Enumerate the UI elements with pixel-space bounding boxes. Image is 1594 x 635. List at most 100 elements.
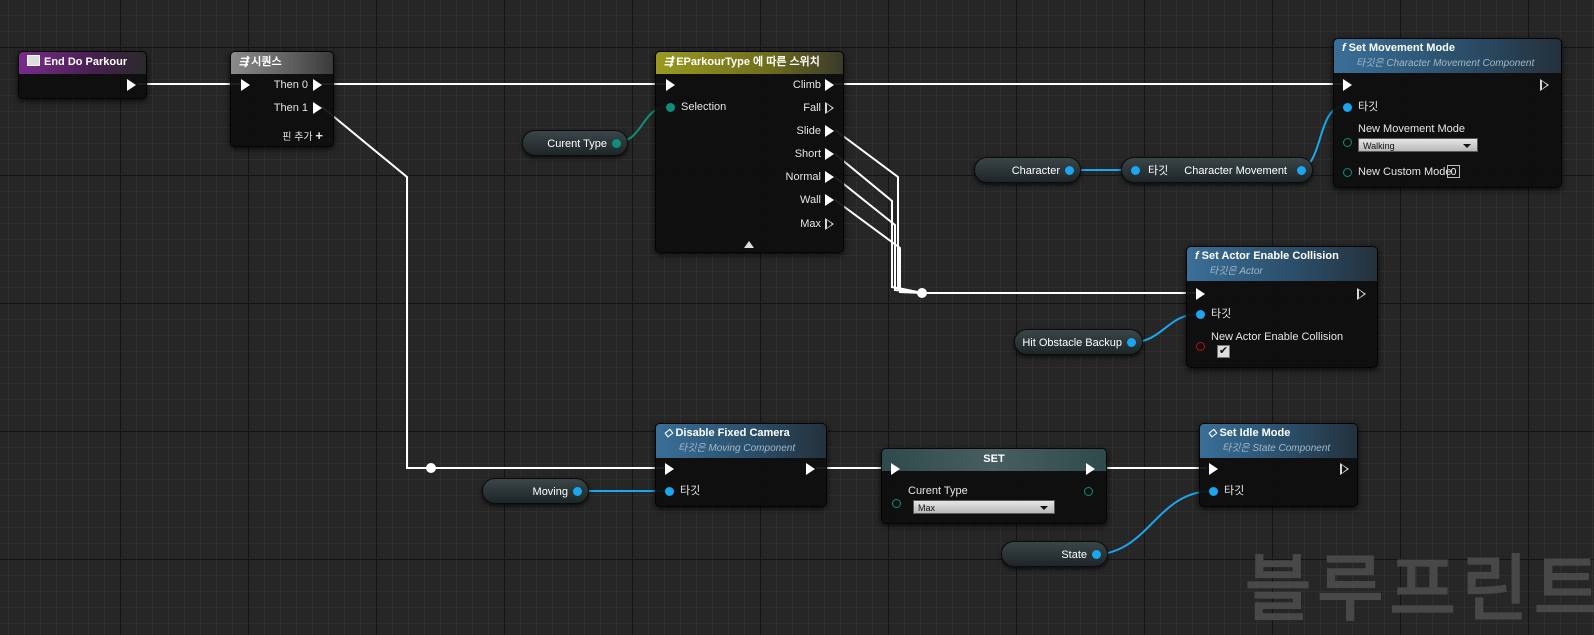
node-subtitle: 타깃은 Moving Component xyxy=(678,443,796,454)
max-output-pin[interactable] xyxy=(825,218,834,230)
set-variable-node[interactable]: SET Curent Type Max xyxy=(881,448,1107,524)
set-actor-enable-collision-node[interactable]: f Set Actor Enable Collision 타깃은 Actor 타깃… xyxy=(1186,246,1378,368)
target-input-pin[interactable] xyxy=(1343,103,1352,112)
switch-node[interactable]: ⇶ EParkourType 에 따른 스위치 Selection Climb F… xyxy=(655,51,844,253)
exec-input-pin[interactable] xyxy=(1209,463,1218,475)
sequence-node[interactable]: ⇶ 시퀀스 Then 0 Then 1 핀 추가 + xyxy=(230,51,334,147)
blueprint-watermark: 블루프린트 xyxy=(1245,547,1594,631)
add-pin-button[interactable]: 핀 추가 + xyxy=(282,129,323,144)
variable-output-pin[interactable] xyxy=(1092,550,1101,559)
custom-mode-input-pin[interactable] xyxy=(1343,168,1352,177)
variable-output-pin[interactable] xyxy=(612,139,621,148)
selection-input-pin[interactable] xyxy=(666,103,675,112)
character-movement-output-pin[interactable] xyxy=(1297,166,1306,175)
set-movement-mode-node[interactable]: f Set Movement Mode 타깃은 Character Movemen… xyxy=(1333,38,1562,188)
variable-output-pin[interactable] xyxy=(1127,338,1136,347)
variable-state[interactable]: State xyxy=(1001,541,1108,567)
node-title: Set Idle Mode xyxy=(1219,427,1291,439)
exec-output-pin[interactable] xyxy=(1357,288,1366,300)
collision-label: New Actor Enable Collision xyxy=(1211,331,1344,343)
target-label: 타깃 xyxy=(1224,485,1245,497)
reroute-knot xyxy=(426,463,436,473)
short-output-pin[interactable] xyxy=(825,148,834,160)
normal-output-pin[interactable] xyxy=(825,171,834,183)
variable-output-pin[interactable] xyxy=(573,487,582,496)
set-idle-mode-node[interactable]: ◇ Set Idle Mode 타깃은 State Component 타깃 xyxy=(1199,423,1358,507)
target-input-pin[interactable] xyxy=(665,487,674,496)
exec-wire xyxy=(834,129,923,294)
output-label-climb: Climb xyxy=(792,79,821,91)
variable-label: Curent Type xyxy=(547,138,607,150)
variable-label: Character xyxy=(1011,165,1060,177)
then1-output-pin[interactable] xyxy=(313,102,322,114)
exec-input-pin[interactable] xyxy=(1343,79,1352,91)
target-input-pin[interactable] xyxy=(1196,310,1205,319)
disable-fixed-camera-node[interactable]: ◇ Disable Fixed Camera 타깃은 Moving Compone… xyxy=(655,423,827,507)
exec-wire xyxy=(834,199,923,294)
target-label: 타깃 xyxy=(1211,308,1232,320)
node-title: Set Actor Enable Collision xyxy=(1201,250,1339,262)
plus-icon: + xyxy=(315,128,323,143)
climb-output-pin[interactable] xyxy=(825,79,834,91)
diamond-icon: ◇ xyxy=(1208,427,1217,439)
variable-label: State xyxy=(1061,549,1087,561)
node-header: f Set Actor Enable Collision 타깃은 Actor xyxy=(1187,247,1377,281)
exec-wire xyxy=(834,176,923,294)
node-title: Set Movement Mode xyxy=(1348,42,1456,54)
exec-wire xyxy=(321,106,667,469)
node-header: End Do Parkour xyxy=(19,52,146,74)
variable-character[interactable]: Character xyxy=(974,157,1081,183)
collapse-arrow-icon[interactable] xyxy=(744,241,754,248)
variable-label: Moving xyxy=(532,486,568,498)
exec-wire xyxy=(834,153,923,294)
wall-output-pin[interactable] xyxy=(825,194,834,206)
collision-checkbox[interactable]: ✔ xyxy=(1217,345,1230,358)
movement-mode-label: New Movement Mode xyxy=(1358,123,1465,135)
exec-output-pin[interactable] xyxy=(1540,79,1549,91)
output-label-short: Short xyxy=(794,148,821,160)
node-subtitle: 타깃은 Character Movement Component xyxy=(1356,58,1535,69)
value-dropdown[interactable]: Max xyxy=(913,500,1055,514)
movement-mode-dropdown[interactable]: Walking xyxy=(1358,138,1478,152)
node-header: ◇ Set Idle Mode 타깃은 State Component xyxy=(1200,424,1357,458)
exec-input-pin[interactable] xyxy=(665,463,674,475)
output-label-normal: Normal xyxy=(785,171,821,183)
variable-output-pin[interactable] xyxy=(1065,166,1074,175)
exec-input-pin[interactable] xyxy=(666,79,675,91)
variable-label: Curent Type xyxy=(908,485,968,497)
then0-output-pin[interactable] xyxy=(313,79,322,91)
variable-hit-obstacle-backup[interactable]: Hit Obstacle Backup xyxy=(1014,329,1143,355)
exec-output-pin[interactable] xyxy=(806,463,815,475)
chevron-down-icon xyxy=(1040,506,1048,510)
exec-output-pin[interactable] xyxy=(1086,463,1095,475)
slide-output-pin[interactable] xyxy=(825,125,834,137)
output-label-max: Max xyxy=(800,218,821,230)
exec-input-pin[interactable] xyxy=(891,463,900,475)
exec-output-pin[interactable] xyxy=(1340,463,1349,475)
collision-input-pin[interactable] xyxy=(1196,342,1205,351)
value-output-pin[interactable] xyxy=(1084,487,1093,496)
node-title: End Do Parkour xyxy=(44,56,128,68)
custom-mode-input[interactable]: 0 xyxy=(1447,165,1460,178)
exec-output-pin[interactable] xyxy=(127,79,136,91)
movement-mode-input-pin[interactable] xyxy=(1343,138,1352,147)
node-header: f Set Movement Mode 타깃은 Character Movemen… xyxy=(1334,39,1561,73)
output-label: Character Movement xyxy=(1184,165,1287,177)
event-icon xyxy=(27,55,40,66)
value-input-pin[interactable] xyxy=(892,499,901,508)
get-character-movement-node[interactable]: 타깃 Character Movement xyxy=(1121,157,1313,183)
variable-moving[interactable]: Moving xyxy=(482,478,589,504)
event-node-end-do-parkour[interactable]: End Do Parkour xyxy=(18,51,147,99)
function-icon: f xyxy=(1342,42,1346,54)
target-input-pin[interactable] xyxy=(1209,487,1218,496)
output-label-fall: Fall xyxy=(803,102,821,114)
variable-curent-type[interactable]: Curent Type xyxy=(522,130,628,156)
exec-input-pin[interactable] xyxy=(241,79,250,91)
fall-output-pin[interactable] xyxy=(825,102,834,114)
output-label-wall: Wall xyxy=(800,194,821,206)
target-input-pin[interactable] xyxy=(1131,166,1140,175)
target-label: 타깃 xyxy=(1358,101,1379,113)
switch-icon: ⇶ xyxy=(664,56,674,68)
exec-input-pin[interactable] xyxy=(1196,288,1205,300)
sequence-icon: ⇶ xyxy=(239,56,249,68)
